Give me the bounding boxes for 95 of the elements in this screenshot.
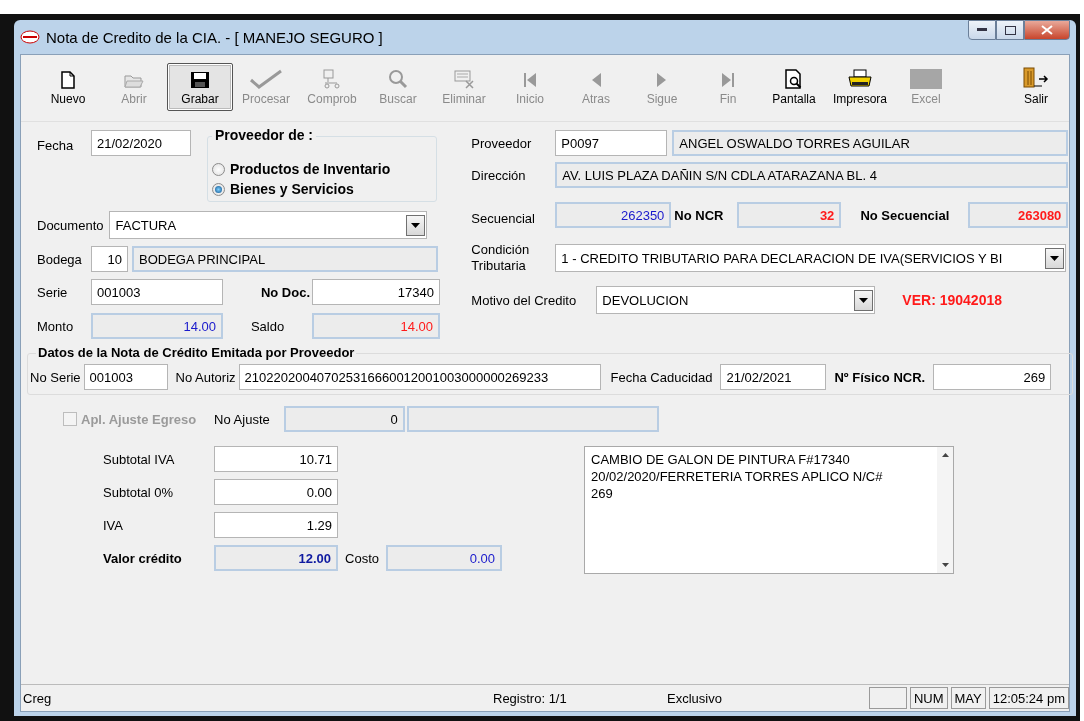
amount-field[interactable]: 1.29 [214, 512, 338, 538]
dropdown[interactable]: 1 - CREDITO TRIBUTARIO PARA DECLARACION DE IVA(SERVICIOS Y BI [555, 244, 1067, 272]
page-icon [60, 71, 76, 89]
date-field[interactable]: 21/02/2021 [720, 364, 827, 390]
field-label: Secuencial [471, 210, 535, 226]
last-record-icon [721, 71, 735, 89]
field-label: IVA [103, 517, 123, 533]
app-logo-icon [20, 30, 40, 44]
lock-mode: Exclusivo [667, 690, 722, 706]
status-indicator: MAY [950, 687, 986, 709]
field-label: No Serie [30, 369, 81, 385]
scroll-up-icon [941, 453, 949, 457]
amount-field[interactable]: 0.00 [214, 479, 338, 505]
code-field[interactable]: P0097 [555, 130, 668, 156]
field-label: Subtotal IVA [103, 451, 175, 467]
minimize-button[interactable] [968, 20, 996, 40]
field-label: Nº Físico NCR. [834, 369, 926, 385]
search-icon [388, 69, 408, 89]
close-icon [1041, 25, 1053, 35]
maximize-button[interactable] [996, 20, 1024, 40]
amount-field[interactable]: 0.00 [386, 545, 502, 571]
text-field[interactable] [406, 406, 659, 432]
toolbar-button[interactable]: Salir [1003, 63, 1069, 111]
network-icon [321, 69, 343, 89]
name-field[interactable]: BODEGA PRINCIPAL [132, 246, 438, 272]
save-icon [190, 71, 210, 89]
field-label: Fecha [37, 137, 74, 153]
record-count: Registro: 1/1 [493, 690, 568, 706]
text-field[interactable]: 269 [933, 364, 1052, 390]
date-field[interactable]: 21/02/2020 [91, 130, 191, 156]
field-label: Proveedor [471, 135, 532, 151]
field-label: Dirección [471, 167, 526, 183]
name-field[interactable]: ANGEL OSWALDO TORRES AGUILAR [672, 130, 1069, 156]
status-indicator: 12:05:24 pm [988, 687, 1069, 709]
caret-icon [859, 297, 869, 303]
toolbar-button[interactable]: Grabar [167, 63, 233, 111]
amount-field[interactable]: 12.00 [214, 545, 338, 571]
keyboard-delete-icon [453, 69, 475, 89]
field-label: Documento [37, 217, 104, 233]
field-label: Costo [345, 550, 379, 566]
number-field[interactable]: 0 [283, 406, 405, 432]
folder-icon [124, 73, 144, 89]
status-indicator: NUM [909, 687, 948, 709]
previous-icon [590, 71, 602, 89]
door-exit-icon [1022, 67, 1050, 89]
field-label: No Autoriz [175, 369, 236, 385]
field-label: Valor crédito [103, 550, 182, 566]
field-label: Bodega [37, 251, 82, 267]
field-label: Saldo [250, 318, 285, 334]
caret-icon [1050, 255, 1060, 261]
address-field[interactable]: AV. LUIS PLAZA DAÑIN S/N CDLA ATARAZANA BL. 4 [555, 162, 1069, 188]
spreadsheet-icon [910, 69, 942, 89]
field-label: Subtotal 0% [103, 484, 174, 500]
caret-icon [411, 222, 421, 228]
page-search-icon [784, 69, 804, 89]
maximize-icon [1004, 25, 1016, 35]
text-field[interactable]: 17340 [312, 279, 440, 305]
first-record-icon [523, 71, 537, 89]
text-field[interactable]: 001003 [83, 364, 168, 390]
field-label: Condición Tributaria [471, 242, 531, 274]
group-title: Proveedor de : [212, 127, 317, 143]
toolbar-button[interactable]: Pantalla [761, 63, 827, 111]
next-icon [656, 71, 668, 89]
code-field[interactable]: 10 [91, 246, 128, 272]
field-label: Fecha Caducidad [610, 369, 713, 385]
notes-field[interactable]: CAMBIO DE GALON DE PINTURA F#17340 20/02/2020/FERRETERIA TORRES APLICO N/C# 269 [584, 446, 954, 574]
scrollbar[interactable] [937, 447, 953, 573]
printer-icon [847, 69, 873, 89]
status-panel [868, 687, 907, 709]
minimize-icon [977, 28, 987, 32]
text-field[interactable]: 210220200407025316660012001003000000269233 [238, 364, 601, 390]
field-label: No Doc. [260, 284, 310, 300]
dropdown[interactable]: FACTURA [109, 211, 428, 239]
field-label: No NCR [674, 207, 724, 223]
field-label: Motivo del Credito [471, 292, 577, 308]
toolbar-button[interactable]: Nuevo [35, 63, 101, 111]
window-title: Nota de Credito de la CIA. - [ MANEJO SEGURO ] [46, 28, 383, 46]
radio-option[interactable]: Productos de Inventario [212, 161, 436, 177]
field-label: No Secuencial [860, 207, 950, 223]
field-label: No Ajuste [214, 411, 270, 427]
dropdown[interactable]: DEVOLUCION [596, 286, 876, 314]
amount-field[interactable]: 14.00 [91, 313, 223, 339]
radio-option[interactable]: Bienes y Servicios [212, 181, 436, 197]
toolbar-button[interactable]: Impresora [827, 63, 893, 111]
text-field[interactable]: 001003 [91, 279, 223, 305]
group-title: Datos de la Nota de Crédito Emitada por Proveedor [36, 345, 357, 360]
version-label: VER: 19042018 [902, 292, 1002, 308]
field-label: Serie [37, 284, 68, 300]
close-button[interactable] [1024, 20, 1070, 40]
sequence-field[interactable]: 262350 [555, 202, 672, 228]
checkmark-icon [249, 69, 283, 89]
amount-field[interactable]: 10.71 [214, 446, 338, 472]
scroll-down-icon [941, 563, 949, 567]
field-label: Monto [37, 318, 74, 334]
status-text: Creg [22, 690, 53, 706]
